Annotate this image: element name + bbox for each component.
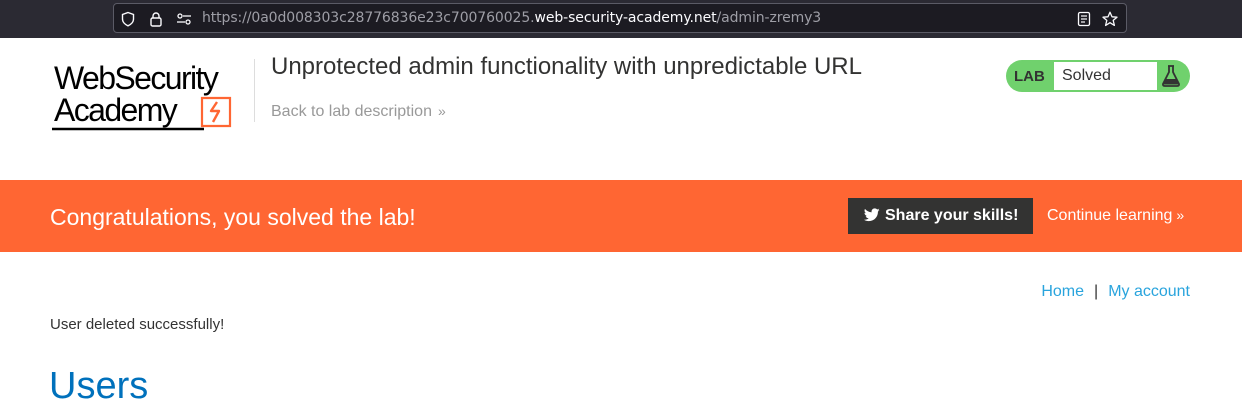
browser-toolbar: https://0a0d008303c28776836e23c700760025… [0,0,1242,38]
logo-line-2: Academy [54,92,178,128]
continue-learning-link[interactable]: Continue learning» [1047,207,1184,225]
lab-status-value: Solved [1062,67,1111,84]
status-message: User deleted successfully! [50,316,225,333]
lab-status-value-box: Solved [1054,62,1157,90]
back-to-lab-description-link[interactable]: Back to lab description » [271,103,446,121]
home-link[interactable]: Home [1041,283,1084,300]
page-header: WebSecurity Academy Unprotected admin fu… [0,38,1242,180]
share-skills-button[interactable]: Share your skills! [848,198,1033,234]
page-title: Users [49,365,149,407]
flask-icon [1162,65,1180,87]
lock-icon[interactable] [148,11,164,27]
reader-view-icon[interactable] [1076,11,1092,27]
web-security-academy-logo[interactable]: WebSecurity Academy [52,60,262,132]
bookmark-star-icon[interactable] [1102,11,1118,27]
solved-banner: Congratulations, you solved the lab! Sha… [0,180,1242,252]
shield-icon[interactable] [120,11,136,27]
url-text[interactable]: https://0a0d008303c28776836e23c700760025… [202,10,821,26]
site-permissions-icon[interactable] [176,11,192,27]
twitter-icon [864,208,880,222]
lab-status-label: LAB [1014,68,1045,85]
logo-lightning-icon [200,96,232,128]
double-chevron-right-icon: » [437,103,446,119]
url-path: /admin-zremy3 [716,10,822,26]
url-host: web-security-academy.net [534,10,717,26]
double-chevron-right-icon: » [1176,207,1185,223]
lab-status-widget: LAB Solved [1006,60,1190,92]
my-account-link[interactable]: My account [1108,283,1190,300]
logo-underline [52,127,204,131]
back-link-label: Back to lab description [271,103,432,120]
address-bar[interactable]: https://0a0d008303c28776836e23c700760025… [113,3,1127,33]
continue-learning-label: Continue learning [1047,207,1173,224]
nav-separator: | [1094,283,1099,300]
lab-title: Unprotected admin functionality with unp… [271,53,862,80]
account-nav: Home | My account [1041,283,1190,301]
url-prefix: https://0a0d008303c28776836e23c700760025… [202,10,535,26]
banner-message: Congratulations, you solved the lab! [50,204,416,230]
share-button-label: Share your skills! [885,207,1019,224]
header-divider [254,59,255,122]
